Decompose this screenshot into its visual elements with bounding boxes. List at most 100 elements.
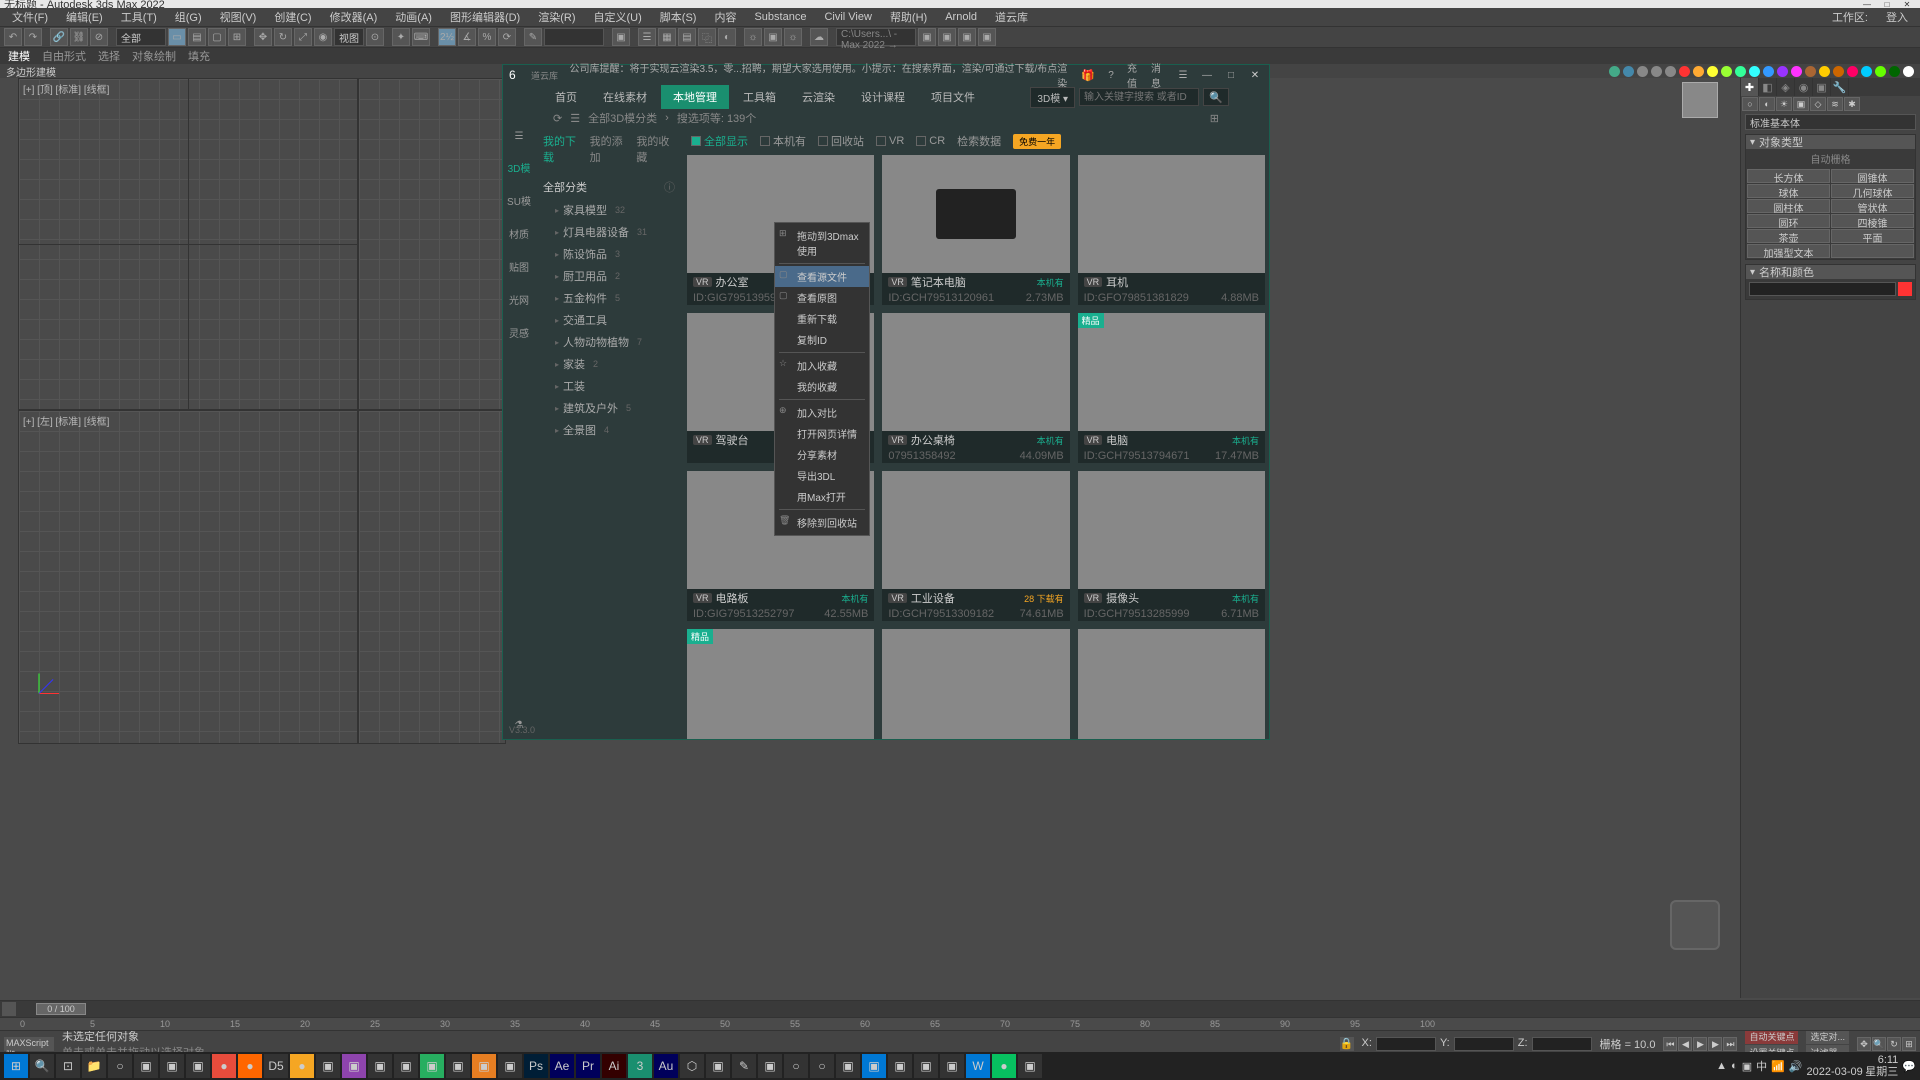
cone-button[interactable]: 圆锥体 — [1831, 169, 1914, 183]
play-icon[interactable]: ▶ — [1693, 1037, 1707, 1051]
named-sel-dropdown[interactable] — [544, 28, 604, 46]
asset-card[interactable] — [1078, 629, 1265, 739]
create-tab[interactable]: ✚ — [1741, 78, 1759, 96]
app-icon[interactable]: ● — [238, 1054, 262, 1078]
ribbon-freeform[interactable]: 自由形式 — [42, 48, 86, 64]
app-icon[interactable]: Ae — [550, 1054, 574, 1078]
color-dot[interactable] — [1903, 66, 1914, 77]
menu-modifiers[interactable]: 修改器(A) — [322, 7, 386, 27]
mirror-button[interactable]: ▣ — [612, 28, 630, 46]
app-icon[interactable]: ● — [992, 1054, 1016, 1078]
window-crossing-button[interactable]: ⊞ — [228, 28, 246, 46]
menu-content[interactable]: 内容 — [706, 7, 744, 27]
color-dot[interactable] — [1637, 66, 1648, 77]
card-thumbnail[interactable]: 精品 — [687, 629, 874, 739]
asset-card[interactable]: VR笔记本电脑本机有ID:GCH795131209612.73MB — [882, 155, 1069, 305]
filter-checkdata[interactable]: 检索数据 — [957, 133, 1001, 149]
utilities-tab[interactable]: 🔧 — [1831, 78, 1849, 96]
x-input[interactable] — [1376, 1037, 1436, 1051]
proj2-button[interactable]: ▣ — [938, 28, 956, 46]
sphere-button[interactable]: 球体 — [1747, 184, 1830, 198]
side-3d[interactable]: 3D模 — [508, 160, 531, 175]
color-dot[interactable] — [1777, 66, 1788, 77]
tab-cloudrender[interactable]: 云渲染 — [790, 85, 847, 109]
taskview-icon[interactable]: ⊡ — [56, 1054, 80, 1078]
proj4-button[interactable]: ▣ — [978, 28, 996, 46]
ctx-item[interactable]: 我的收藏 — [775, 376, 869, 397]
app-icon[interactable]: W — [966, 1054, 990, 1078]
display-tab[interactable]: ▣ — [1813, 78, 1831, 96]
prev-frame-icon[interactable]: ◀ — [1678, 1037, 1692, 1051]
menu-script[interactable]: 脚本(S) — [652, 7, 705, 27]
lock-icon[interactable]: 🔒 — [1340, 1037, 1354, 1051]
autogrid-check[interactable]: 自动栅格 — [1746, 149, 1915, 168]
card-thumbnail[interactable] — [882, 313, 1069, 431]
color-dot[interactable] — [1819, 66, 1830, 77]
project-path[interactable]: C:\Users...\ - Max 2022 → — [836, 28, 916, 46]
search-icon[interactable]: 🔍 — [30, 1054, 54, 1078]
tray-icon[interactable]: ▲ — [1716, 1060, 1727, 1072]
menu-help[interactable]: 帮助(H) — [882, 7, 935, 27]
ctx-item[interactable]: 重新下载 — [775, 308, 869, 329]
side-su[interactable]: SU模 — [507, 193, 531, 208]
app-icon[interactable]: ▣ — [498, 1054, 522, 1078]
app-icon[interactable]: ▣ — [186, 1054, 210, 1078]
gift-icon[interactable]: 🎁 — [1081, 69, 1095, 82]
cat-root[interactable]: 全部分类 ⓘ — [543, 175, 675, 199]
app-icon[interactable]: ▣ — [1018, 1054, 1042, 1078]
render-button[interactable]: ☼ — [784, 28, 802, 46]
ctx-item[interactable]: 🗑移除到回收站 — [775, 512, 869, 533]
render-frame-button[interactable]: ▣ — [764, 28, 782, 46]
app-icon[interactable]: ▣ — [940, 1054, 964, 1078]
color-dot[interactable] — [1763, 66, 1774, 77]
pyramid-button[interactable]: 四棱锥 — [1831, 214, 1914, 228]
color-dot[interactable] — [1651, 66, 1662, 77]
cameras-icon[interactable]: ▣ — [1793, 97, 1809, 111]
app-icon[interactable]: Ai — [602, 1054, 626, 1078]
clock[interactable]: 6:11 2022-03-09 星期三 — [1807, 1054, 1899, 1078]
menu-civilview[interactable]: Civil View — [816, 9, 879, 25]
section-header[interactable]: ▾ 对象类型 — [1746, 135, 1915, 149]
app-icon[interactable]: ▣ — [758, 1054, 782, 1078]
ctx-item[interactable]: 复制ID — [775, 329, 869, 350]
ctx-item[interactable]: 打开网页详情 — [775, 423, 869, 444]
tray-icon[interactable]: ▣ — [1742, 1060, 1752, 1073]
app-icon[interactable]: ▣ — [342, 1054, 366, 1078]
color-dot[interactable] — [1833, 66, 1844, 77]
promo-badge[interactable]: 免费一年 — [1013, 134, 1061, 149]
color-dot[interactable] — [1609, 66, 1620, 77]
selection-filter[interactable]: 全部 — [116, 28, 166, 46]
tray-icon[interactable]: 📶 — [1771, 1060, 1785, 1073]
card-thumbnail[interactable] — [882, 629, 1069, 739]
category-item[interactable]: 人物动物植物7 — [543, 331, 675, 353]
lib-minimize-button[interactable]: — — [1199, 68, 1215, 82]
ribbon-selection[interactable]: 选择 — [98, 48, 120, 64]
align-button[interactable]: ☰ — [638, 28, 656, 46]
object-name-input[interactable] — [1749, 282, 1896, 296]
schematic-button[interactable]: ⿻ — [698, 28, 716, 46]
key-mode-icon[interactable] — [2, 1002, 16, 1016]
color-dot[interactable] — [1889, 66, 1900, 77]
z-input[interactable] — [1532, 1037, 1592, 1051]
viewport-front[interactable] — [358, 78, 506, 410]
asset-card[interactable] — [882, 629, 1069, 739]
card-thumbnail[interactable] — [882, 155, 1069, 273]
use-center-button[interactable]: ⊙ — [366, 28, 384, 46]
asset-card[interactable]: VR摄像头本机有ID:GCH795132859996.71MB — [1078, 471, 1265, 621]
viewport-left[interactable]: [+] [左] [标准] [线框] — [18, 410, 358, 744]
ctx-item[interactable]: ▢查看原图 — [775, 287, 869, 308]
search-icon[interactable]: 🔍 — [1203, 88, 1229, 106]
plane-button[interactable]: 平面 — [1831, 229, 1914, 243]
angle-snap-button[interactable]: ∡ — [458, 28, 476, 46]
category-item[interactable]: 五金构件5 — [543, 287, 675, 309]
app-icon[interactable]: ○ — [784, 1054, 808, 1078]
card-thumbnail[interactable] — [1078, 629, 1265, 739]
category-item[interactable]: 家具模型32 — [543, 199, 675, 221]
ctx-item[interactable]: 用Max打开 — [775, 486, 869, 507]
maxscript-label[interactable]: MAXScript 脚 — [4, 1037, 54, 1051]
app-icon[interactable]: ▣ — [472, 1054, 496, 1078]
color-dot[interactable] — [1805, 66, 1816, 77]
render-cloud-button[interactable]: ☁ — [810, 28, 828, 46]
app-icon[interactable]: ▣ — [862, 1054, 886, 1078]
time-slider[interactable]: 0 / 100 — [0, 1001, 1920, 1017]
